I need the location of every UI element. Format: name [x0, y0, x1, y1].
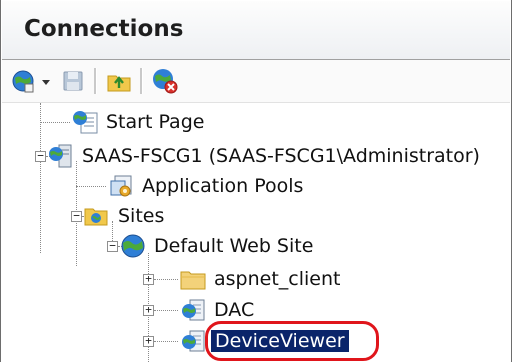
chevron-down-icon[interactable]	[42, 80, 50, 85]
expand-toggle[interactable]: +	[143, 273, 154, 285]
panel-title: Connections	[24, 16, 184, 42]
app-pools-icon	[110, 175, 132, 197]
connections-panel: Connections − − − + + + Start Page SAAS-…	[0, 0, 512, 362]
save-icon	[63, 71, 83, 91]
tree-item-label: SAAS-FSCG1 (SAAS-FSCG1\Administrator)	[82, 145, 480, 167]
remove-connection-icon	[153, 69, 178, 94]
tree-item-label: Sites	[118, 205, 165, 227]
tree-item-sites[interactable]: Sites	[82, 200, 164, 232]
folder-icon	[180, 271, 206, 290]
folder-up-icon	[107, 75, 131, 92]
tree-item-start-page[interactable]: Start Page	[70, 106, 204, 138]
sites-folder-icon	[84, 208, 108, 226]
expand-toggle[interactable]: +	[143, 335, 154, 347]
tree-item-default-web-site[interactable]: Default Web Site	[118, 230, 313, 262]
web-app-icon	[182, 299, 205, 321]
web-app-icon	[182, 330, 205, 352]
globe-connect-icon	[12, 70, 34, 93]
tree-item-label: Default Web Site	[154, 235, 314, 257]
tree-item-label: aspnet_client	[214, 268, 341, 290]
tree-item-server[interactable]: SAAS-FSCG1 (SAAS-FSCG1\Administrator)	[46, 140, 480, 172]
collapse-toggle[interactable]: −	[35, 150, 46, 162]
server-icon	[49, 144, 72, 168]
remove-connection-button[interactable]	[150, 66, 180, 96]
tree-item-application-pools[interactable]: Application Pools	[106, 170, 303, 202]
tree-item-label: DAC	[214, 299, 255, 321]
highlight-annotation	[205, 321, 379, 361]
toolbar-separator	[140, 68, 143, 94]
save-button[interactable]	[58, 66, 88, 96]
panel-header: Connections	[2, 1, 510, 60]
toolbar	[2, 60, 510, 103]
tree-item-label: Application Pools	[142, 175, 304, 197]
tree-item-aspnet-client[interactable]: aspnet_client	[178, 263, 340, 295]
up-button[interactable]	[104, 66, 134, 96]
connections-tree: − − − + + + Start Page SAAS-FSCG1 (SAAS-…	[2, 103, 510, 362]
collapse-toggle[interactable]: −	[71, 210, 82, 222]
tree-item-label: Start Page	[106, 111, 205, 133]
connect-button[interactable]	[10, 66, 40, 96]
start-page-icon	[73, 111, 98, 134]
toolbar-separator	[94, 68, 97, 94]
collapse-toggle[interactable]: −	[107, 240, 118, 252]
expand-toggle[interactable]: +	[143, 304, 154, 316]
globe-icon	[121, 234, 145, 258]
